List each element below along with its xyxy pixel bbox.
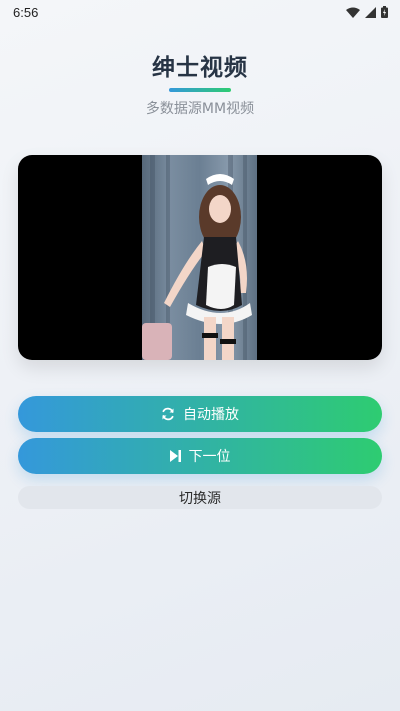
app-title: 绅士视频	[152, 55, 248, 81]
wifi-icon	[346, 7, 360, 18]
battery-icon	[381, 6, 388, 18]
refresh-icon	[161, 407, 175, 421]
autoplay-button[interactable]: 自动播放	[18, 396, 382, 432]
video-player[interactable]	[18, 155, 382, 360]
status-icons	[346, 6, 388, 18]
signal-icon	[365, 6, 376, 18]
title-underline	[169, 88, 231, 92]
switch-source-button[interactable]: 切换源	[18, 486, 382, 509]
video-frame-image	[142, 155, 257, 360]
autoplay-label: 自动播放	[183, 407, 239, 423]
status-bar: 6:56	[0, 0, 400, 24]
app-subtitle: 多数据源MM视频	[145, 101, 255, 117]
switch-source-label: 切换源	[179, 490, 221, 507]
status-time: 6:56	[13, 4, 39, 20]
next-label: 下一位	[188, 449, 231, 465]
next-button[interactable]: 下一位	[18, 438, 382, 474]
skip-next-icon	[169, 450, 181, 462]
